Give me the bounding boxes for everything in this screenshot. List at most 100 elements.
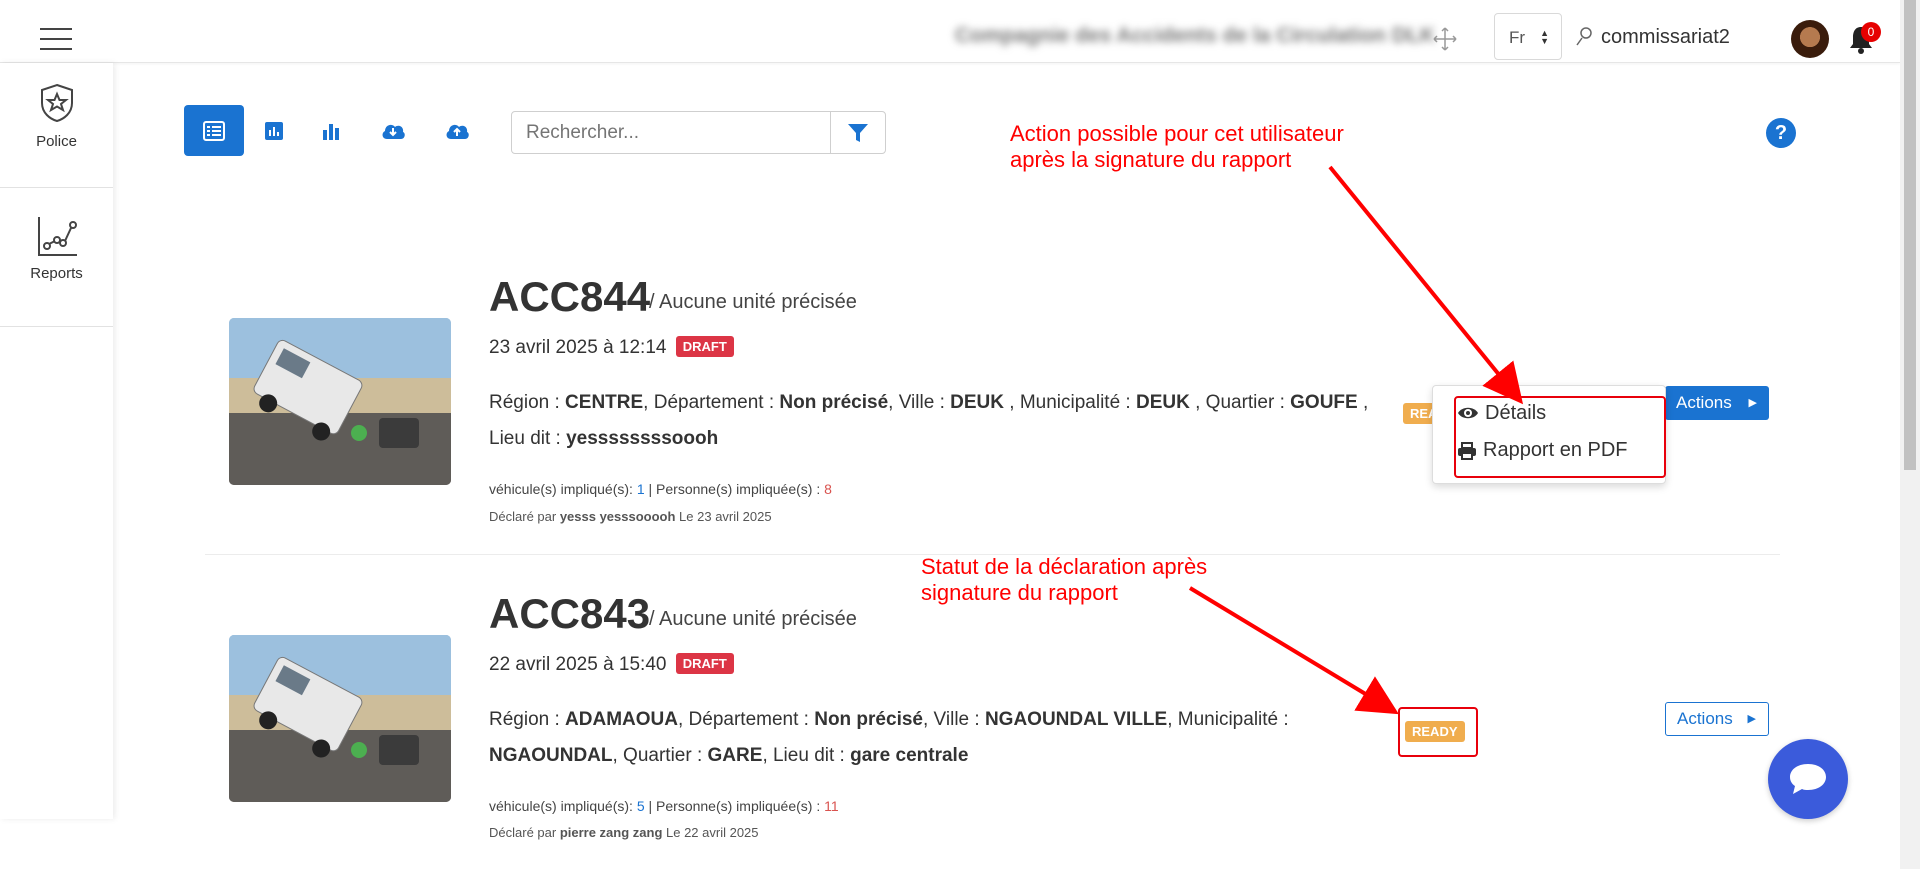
label: , Municipalité : <box>1003 392 1136 413</box>
list-view-icon <box>203 120 225 141</box>
record-code[interactable]: ACC844 <box>489 273 650 321</box>
label: | Personne(s) impliquée(s) : <box>644 481 825 497</box>
annotation-actions: Action possible pour cet utilisateur apr… <box>1010 121 1344 173</box>
caret-right-icon: ▶ <box>1748 397 1757 409</box>
filter-button[interactable] <box>830 111 886 154</box>
label: , Département : <box>643 392 780 413</box>
sidebar-item-reports[interactable]: Reports <box>0 215 113 282</box>
chart-small-icon <box>265 121 283 140</box>
declared-date: Le 22 avril 2025 <box>662 825 759 840</box>
record-date: 23 avril 2025 à 12:14 DRAFT <box>489 336 734 359</box>
record-code[interactable]: ACC843 <box>489 590 650 638</box>
highlight-box <box>1454 396 1666 478</box>
avatar[interactable] <box>1791 20 1829 58</box>
annotation-line: signature du rapport <box>921 580 1118 605</box>
label: , Ville : <box>922 709 985 730</box>
record-counts: véhicule(s) impliqué(s): 1 | Personne(s)… <box>489 481 832 497</box>
line-chart-icon <box>37 217 77 256</box>
city-value: DEUK <box>950 392 1004 413</box>
label: véhicule(s) impliqué(s): <box>489 481 637 497</box>
sidebar-item-police[interactable]: Police <box>0 83 113 150</box>
caret-right-icon: ▶ <box>1747 713 1756 725</box>
chart-small-button[interactable] <box>244 105 304 156</box>
sidebar-divider <box>0 187 113 188</box>
list-view-button[interactable] <box>184 105 244 156</box>
label: , Quartier : <box>612 745 708 766</box>
place-value: gare centrale <box>850 745 969 766</box>
company-name: Compagnie des Accidents de la Circulatio… <box>955 24 1435 47</box>
district-value: GOUFE <box>1290 392 1358 413</box>
annotation-status: Statut de la déclaration après signature… <box>921 554 1207 606</box>
chat-bubble-icon <box>1790 764 1826 794</box>
actions-label: Actions <box>1676 393 1732 412</box>
place-value: yessssssssoooh <box>566 428 719 449</box>
help-button[interactable]: ? <box>1766 118 1796 148</box>
annotation-line: Action possible pour cet utilisateur <box>1010 121 1344 146</box>
label: , Municipalité : <box>1167 709 1289 730</box>
move-icon[interactable] <box>1432 26 1458 52</box>
accident-photo[interactable] <box>229 635 451 802</box>
actions-label: Actions <box>1677 709 1733 728</box>
record-unit: / Aucune unité précisée <box>649 608 857 630</box>
bar-chart-button[interactable] <box>301 105 361 156</box>
label: Déclaré par <box>489 825 560 840</box>
sidebar-item-label: Reports <box>30 265 83 282</box>
region-value: CENTRE <box>565 392 644 413</box>
search-input[interactable] <box>511 111 831 154</box>
record-declared: Déclaré par pierre zang zang Le 22 avril… <box>489 825 759 840</box>
record-date-text: 23 avril 2025 à 12:14 <box>489 337 667 358</box>
accident-image <box>229 318 451 485</box>
region-value: ADAMAOUA <box>565 709 678 730</box>
notification-badge: 0 <box>1861 22 1881 42</box>
vehicles-count: 1 <box>636 481 645 497</box>
arrow-to-menu <box>1328 165 1524 405</box>
sidebar-divider <box>0 326 113 327</box>
persons-count: 8 <box>824 481 832 497</box>
label: véhicule(s) impliqué(s): <box>489 798 637 814</box>
accident-image <box>229 635 451 802</box>
label: | Personne(s) impliquée(s) : <box>644 798 825 814</box>
district-value: GARE <box>707 745 763 766</box>
sidebar-item-label: Police <box>36 133 77 150</box>
municipality-value: DEUK <box>1135 392 1190 413</box>
user-icon <box>1576 27 1592 46</box>
label: , Lieu dit : <box>762 745 851 766</box>
language-select[interactable]: Fr ▲ ▼ <box>1494 13 1562 60</box>
annotation-line: Statut de la déclaration après <box>921 554 1208 579</box>
record-date-text: 22 avril 2025 à 15:40 <box>489 654 667 675</box>
record-date: 22 avril 2025 à 15:40 DRAFT <box>489 653 734 676</box>
top-bar: Compagnie des Accidents de la Circulatio… <box>0 0 1900 63</box>
label: Région : <box>489 709 566 730</box>
department-value: Non précisé <box>779 392 889 413</box>
chat-button[interactable] <box>1768 739 1848 819</box>
actions-button[interactable]: Actions ▶ <box>1665 386 1769 420</box>
actions-button[interactable]: Actions ▶ <box>1665 702 1769 736</box>
upload-button[interactable] <box>427 105 487 156</box>
municipality-value: NGAOUNDAL <box>489 745 613 766</box>
username: commissariat2 <box>1601 26 1730 48</box>
scrollbar-thumb[interactable] <box>1904 0 1916 470</box>
status-badge: DRAFT <box>675 336 734 357</box>
menu-icon[interactable] <box>40 28 72 58</box>
record-location: Région : CENTRE, Département : Non préci… <box>489 385 1379 457</box>
record-location: Région : ADAMAOUA, Département : Non pré… <box>489 702 1379 774</box>
user-menu[interactable]: commissariat2 <box>1575 26 1730 49</box>
label: Région : <box>489 392 566 413</box>
language-value: Fr <box>1509 28 1526 47</box>
vehicles-count: 5 <box>636 798 645 814</box>
accident-photo[interactable] <box>229 318 451 485</box>
label: Déclaré par <box>489 509 560 524</box>
cloud-download-icon <box>382 124 405 139</box>
download-button[interactable] <box>363 105 423 156</box>
shield-star-icon <box>40 83 73 123</box>
label: , Quartier : <box>1189 392 1291 413</box>
bar-chart-icon <box>323 123 339 140</box>
select-arrows-icon: ▲ ▼ <box>1540 28 1549 46</box>
department-value: Non précisé <box>814 709 923 730</box>
sidebar: Police Reports <box>0 63 113 819</box>
cloud-upload-icon <box>446 124 469 139</box>
record-declared: Déclaré par yesss yesssooooh Le 23 avril… <box>489 509 772 524</box>
arrow-to-status <box>1188 586 1399 715</box>
declared-by: pierre zang zang <box>559 825 663 840</box>
label: , Ville : <box>888 392 951 413</box>
